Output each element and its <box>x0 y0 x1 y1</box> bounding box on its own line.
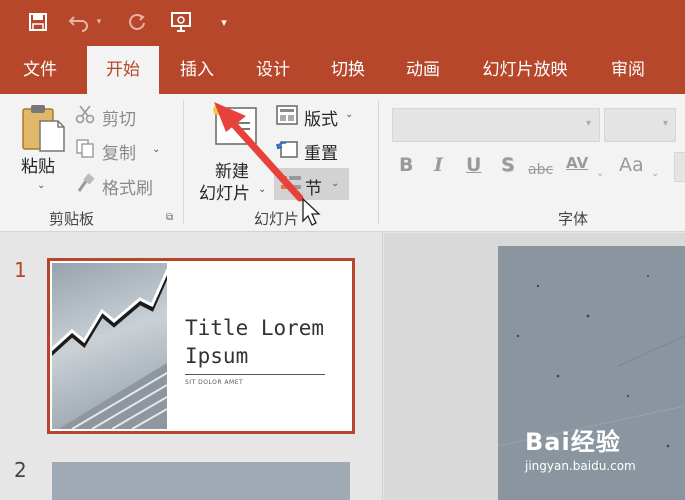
mouse-cursor-icon <box>302 198 321 226</box>
annotation-arrow-icon <box>214 102 304 202</box>
